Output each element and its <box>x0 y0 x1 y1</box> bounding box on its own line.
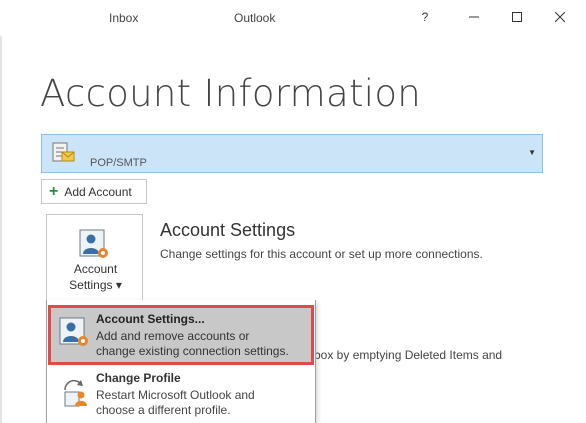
menu-item-title: Change Profile <box>96 371 181 385</box>
menu-item-title: Account Settings... <box>96 312 205 326</box>
account-type: POP/SMTP <box>90 157 147 169</box>
menu-item-desc-line1: Add and remove accounts or <box>96 329 250 343</box>
cleanup-description: box by emptying Deleted Items and <box>314 348 503 362</box>
tile-label-line2: Settings ▾ <box>69 278 122 292</box>
menu-item-change-profile[interactable]: Change Profile Restart Microsoft Outlook… <box>50 366 312 422</box>
section-description: Change settings for this account or set … <box>160 247 483 261</box>
mail-server-icon <box>52 142 75 162</box>
add-account-label: Add Account <box>64 184 132 199</box>
menu-item-description: Restart Microsoft Outlook and choose a d… <box>96 388 308 418</box>
add-account-button[interactable]: + Add Account <box>41 179 147 204</box>
folder-name: Inbox <box>109 11 139 25</box>
chevron-down-icon[interactable]: ▼ <box>528 148 536 157</box>
close-icon <box>555 12 565 22</box>
window-edge <box>0 36 2 423</box>
menu-item-desc-line2: choose a different profile. <box>96 403 231 417</box>
plus-icon: + <box>49 182 59 200</box>
maximize-icon <box>512 12 522 22</box>
account-settings-menu: Account Settings... Add and remove accou… <box>46 300 316 423</box>
title-bar: Inbox Outlook ? <box>0 0 586 36</box>
account-settings-button[interactable]: Account Settings ▾ <box>46 214 143 301</box>
user-gear-icon <box>59 317 88 346</box>
help-button[interactable]: ? <box>409 6 441 28</box>
minimize-icon <box>469 16 479 18</box>
user-gear-icon <box>79 229 108 258</box>
menu-item-desc-line2: change existing connection settings. <box>96 344 289 358</box>
menu-item-description: Add and remove accounts or change existi… <box>96 329 308 359</box>
page-title: Account Information <box>40 72 422 115</box>
maximize-button[interactable] <box>501 6 533 28</box>
tile-label-line1: Account <box>73 262 118 276</box>
account-settings-label: Account Settings ▾ <box>47 261 144 293</box>
section-title: Account Settings <box>160 220 296 240</box>
change-profile-icon <box>64 379 87 407</box>
account-selector[interactable]: POP/SMTP ▼ <box>41 134 543 173</box>
menu-item-account-settings[interactable]: Account Settings... Add and remove accou… <box>48 305 314 365</box>
minimize-button[interactable] <box>458 6 490 28</box>
app-name: Outlook <box>234 11 276 25</box>
close-button[interactable] <box>544 6 576 28</box>
menu-item-desc-line1: Restart Microsoft Outlook and <box>96 388 255 402</box>
